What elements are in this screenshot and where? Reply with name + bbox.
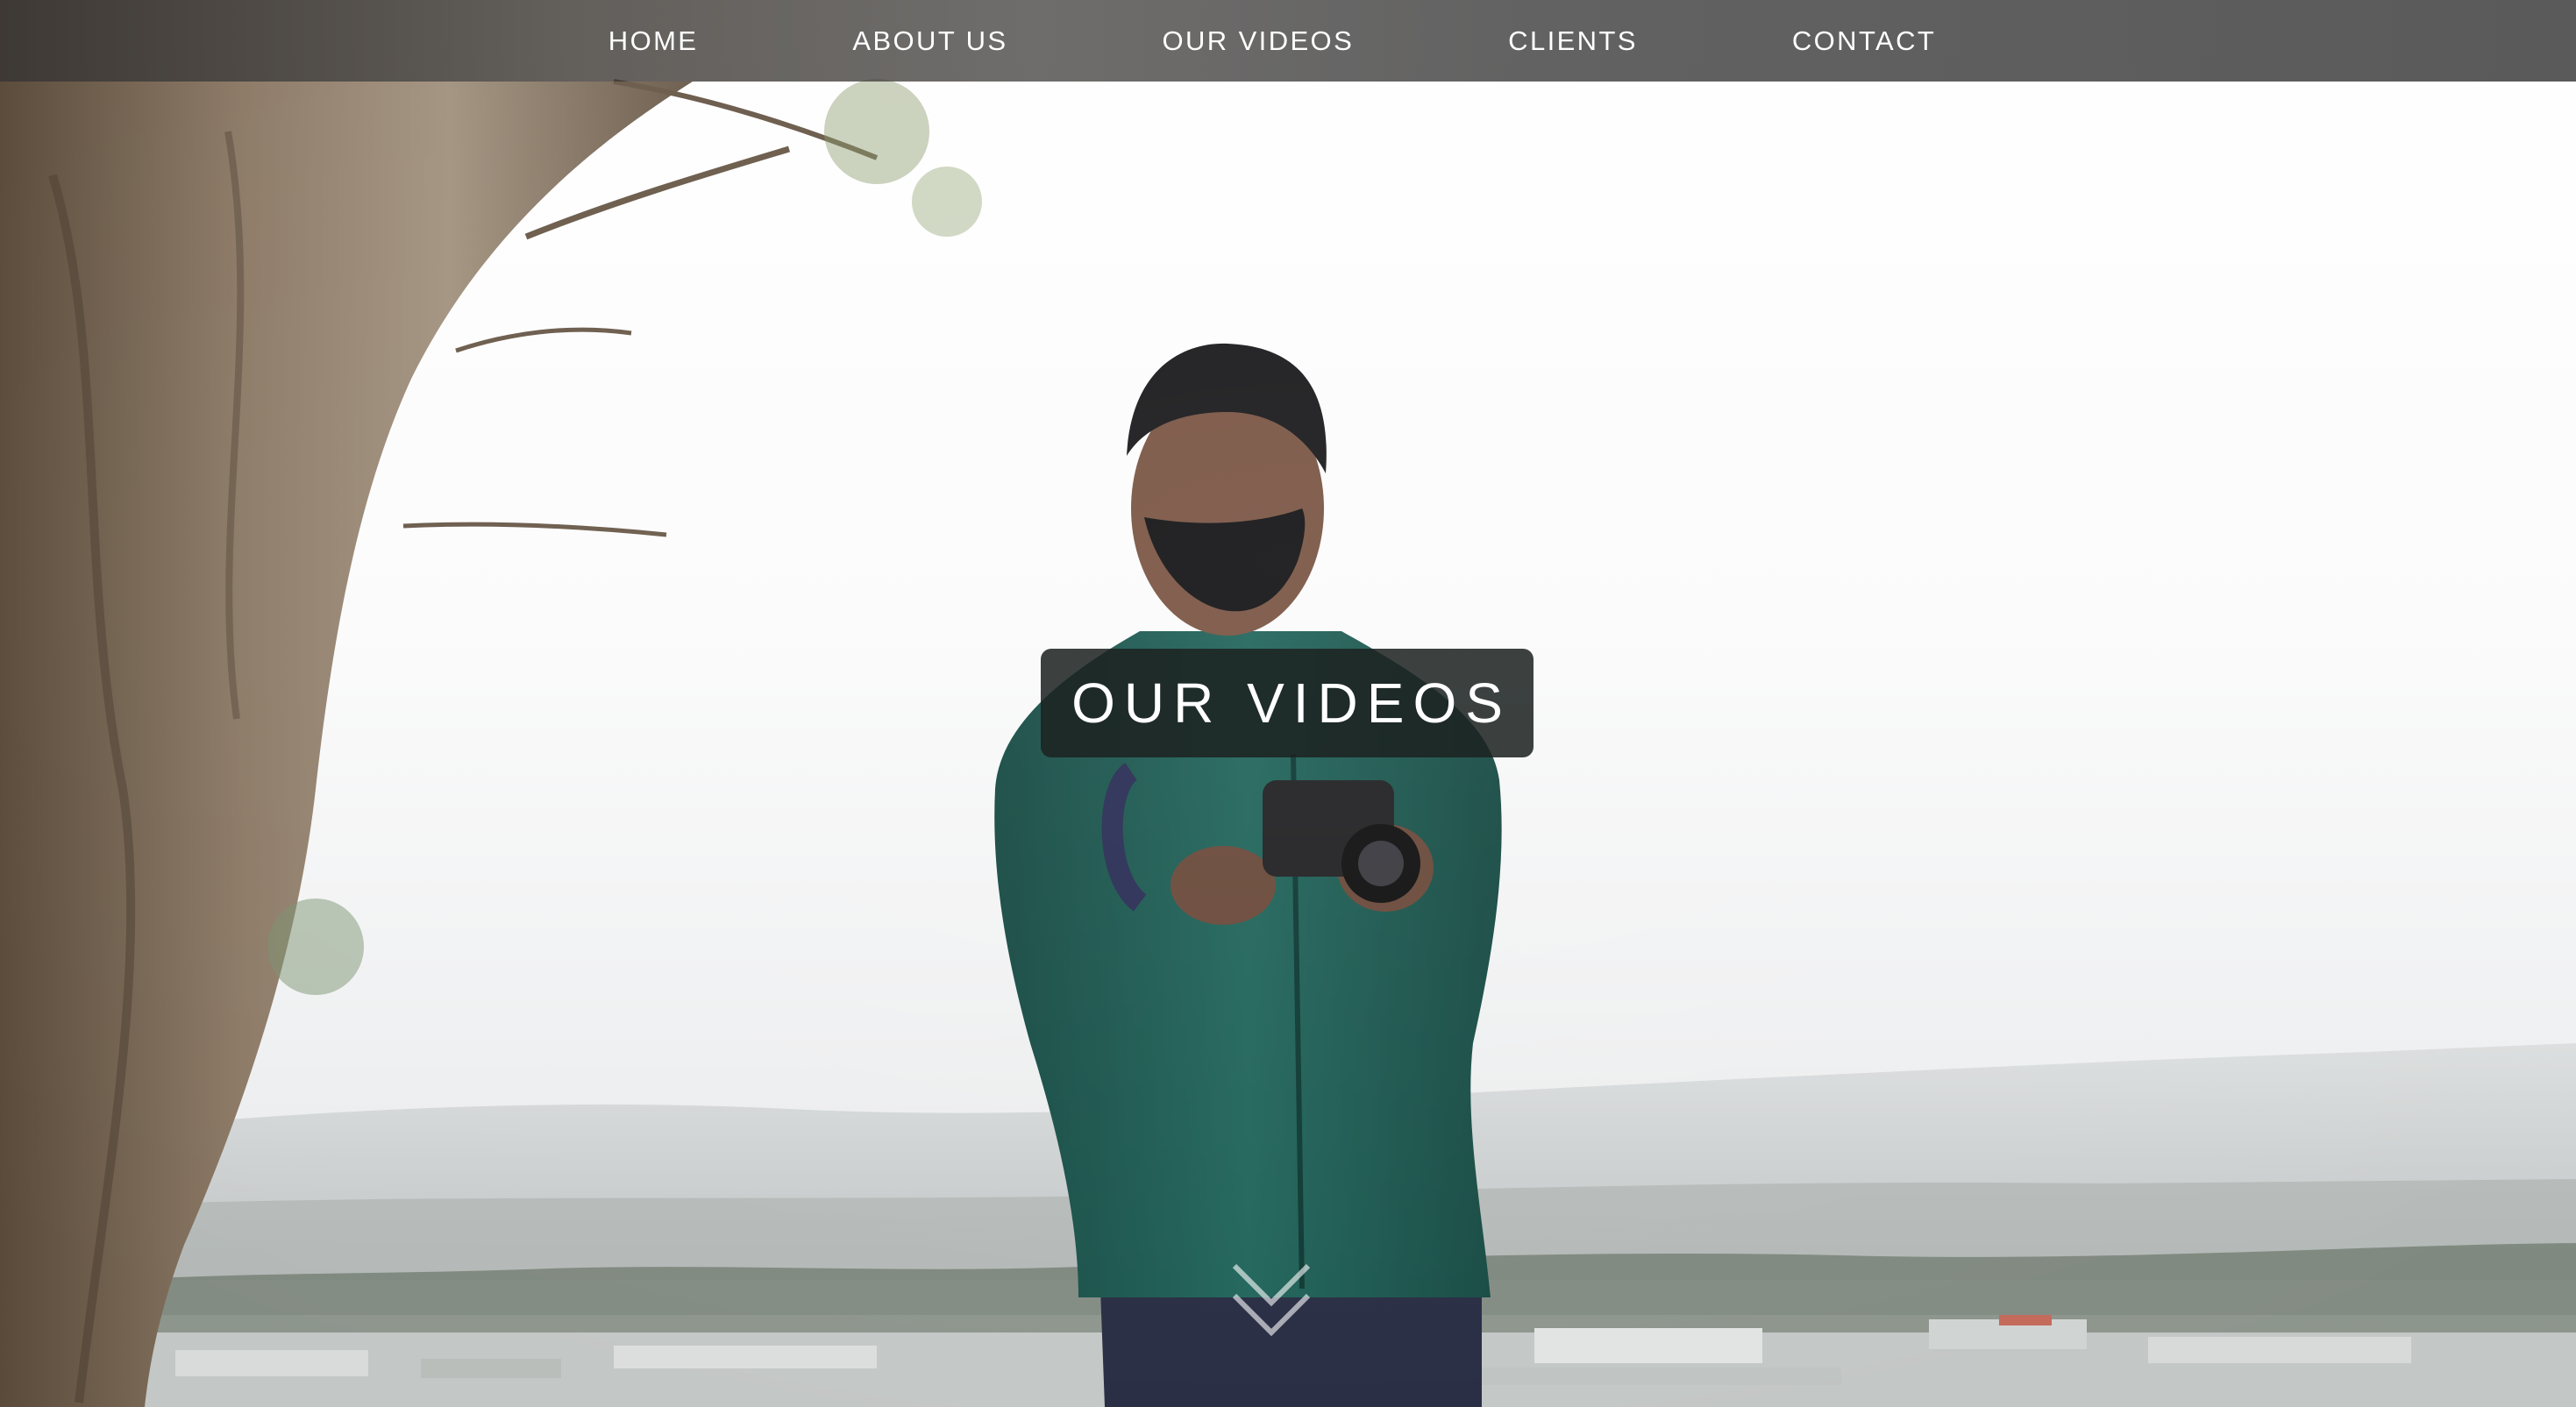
- double-chevron-down-icon[interactable]: [1229, 1261, 1313, 1341]
- nav-item-contact[interactable]: CONTACT: [1715, 0, 2013, 82]
- nav-item-clients[interactable]: CLIENTS: [1431, 0, 1715, 82]
- nav-item-home[interactable]: HOME: [531, 0, 776, 82]
- scroll-down-chevrons: [1232, 1263, 1311, 1337]
- nav-item-about-us[interactable]: ABOUT US: [775, 0, 1085, 82]
- top-navigation-bar: HOME ABOUT US OUR VIDEOS CLIENTS CONTACT: [0, 0, 2576, 82]
- hero-title-box: OUR VIDEOS: [1041, 649, 1534, 757]
- nav-item-our-videos[interactable]: OUR VIDEOS: [1085, 0, 1432, 82]
- page: HOME ABOUT US OUR VIDEOS CLIENTS CONTACT…: [0, 0, 2576, 1407]
- nav-menu: HOME ABOUT US OUR VIDEOS CLIENTS CONTACT: [531, 0, 2013, 82]
- hero-title: OUR VIDEOS: [1071, 672, 1512, 735]
